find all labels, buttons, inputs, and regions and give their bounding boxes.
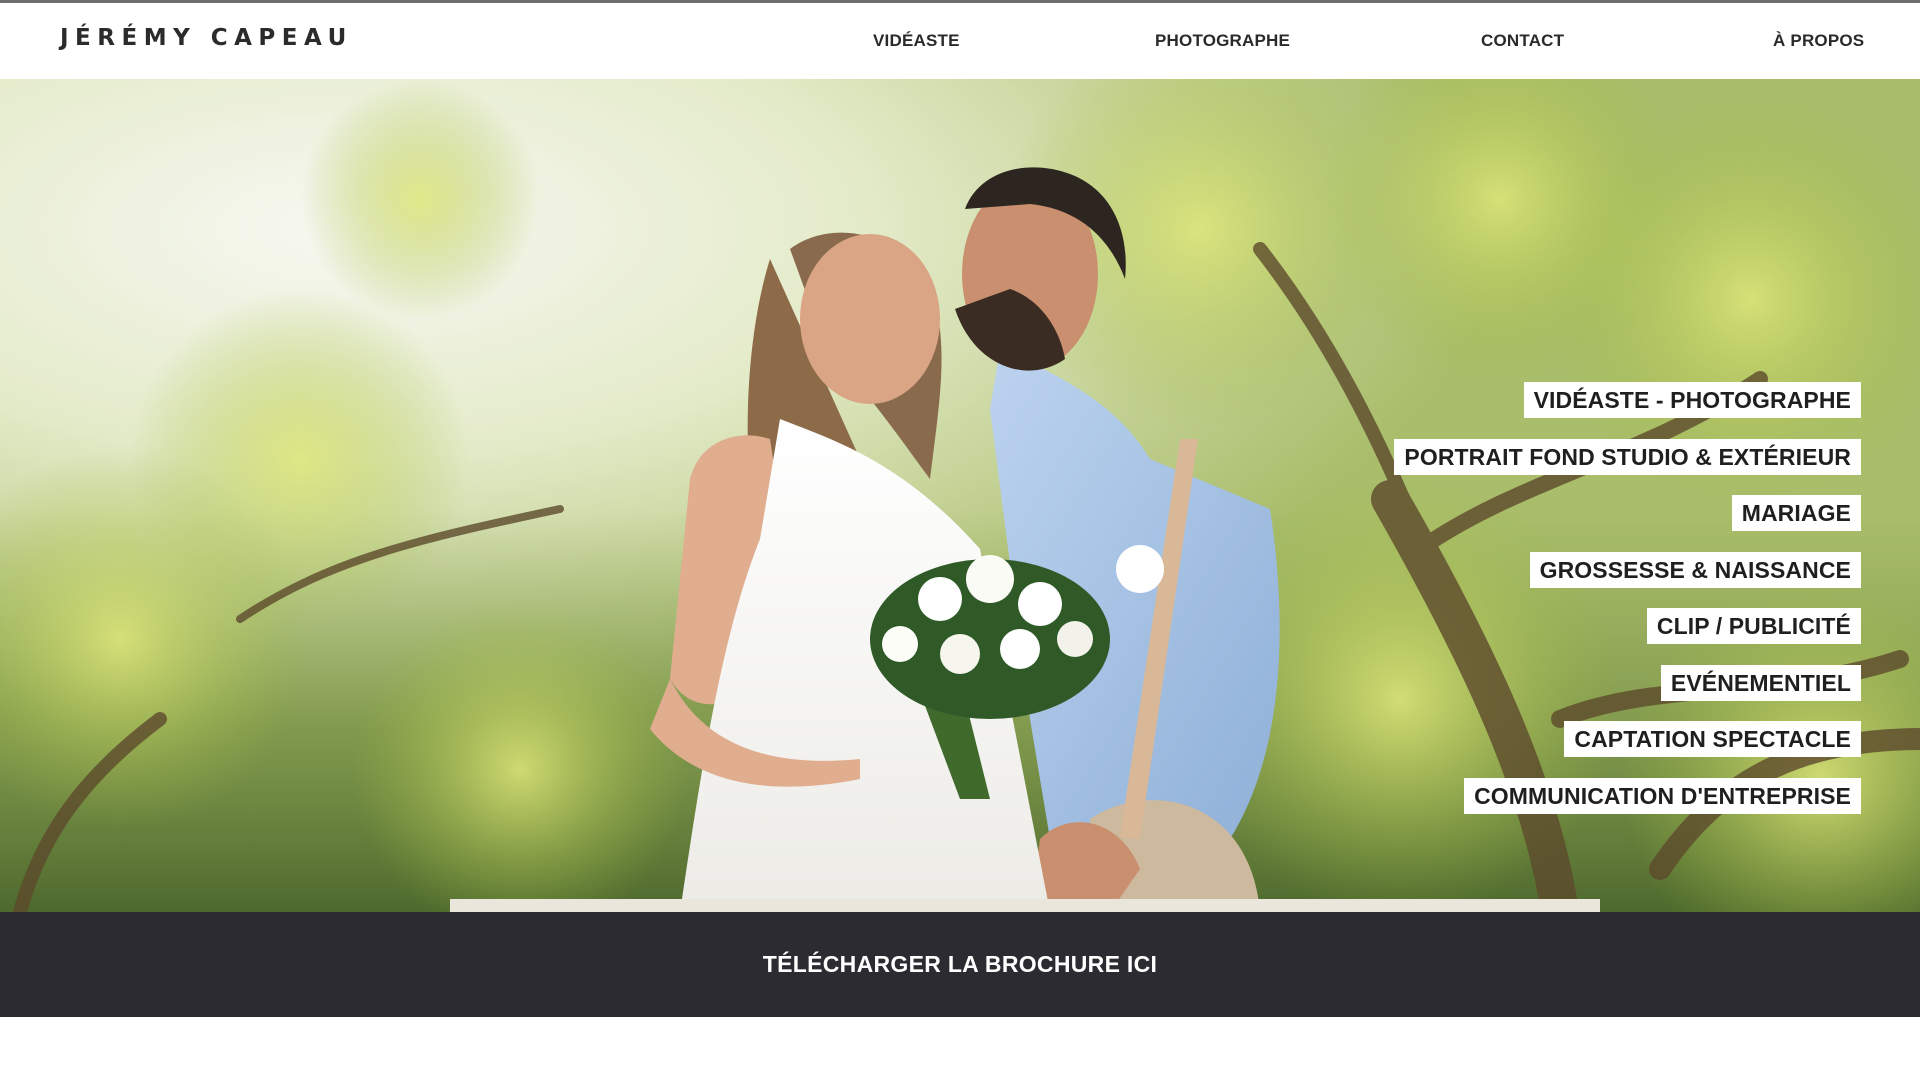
brochure-banner: TÉLÉCHARGER LA BROCHURE ICI	[0, 912, 1920, 1017]
service-tag-captation-spectacle[interactable]: CAPTATION SPECTACLE	[1564, 721, 1861, 757]
nav-item-contact[interactable]: CONTACT	[1481, 31, 1564, 51]
download-brochure-link[interactable]: TÉLÉCHARGER LA BROCHURE ICI	[763, 951, 1157, 978]
service-tag-mariage[interactable]: MARIAGE	[1731, 495, 1861, 531]
service-tag-clip-publicite[interactable]: CLIP / PUBLICITÉ	[1646, 608, 1861, 644]
nav-item-videaste[interactable]: VIDÉASTE	[873, 31, 960, 51]
service-tag-grossesse-naissance[interactable]: GROSSESSE & NAISSANCE	[1529, 551, 1861, 588]
site-logo[interactable]: JÉRÉMY CAPEAU	[60, 25, 353, 51]
nav-item-photographe[interactable]: PHOTOGRAPHE	[1155, 31, 1290, 51]
site-header: JÉRÉMY CAPEAU VIDÉASTE PHOTOGRAPHE CONTA…	[0, 3, 1920, 79]
service-tag-portrait[interactable]: PORTRAIT FOND STUDIO & EXTÉRIEUR	[1394, 438, 1861, 475]
service-tag-communication-entreprise[interactable]: COMMUNICATION D'ENTREPRISE	[1464, 777, 1861, 814]
hero-section: VIDÉASTE - PHOTOGRAPHE PORTRAIT FOND STU…	[0, 79, 1920, 912]
services-list: VIDÉASTE - PHOTOGRAPHE PORTRAIT FOND STU…	[1394, 382, 1861, 834]
service-tag-evenementiel[interactable]: EVÉNEMENTIEL	[1660, 664, 1861, 701]
service-tag-videaste-photographe[interactable]: VIDÉASTE - PHOTOGRAPHE	[1523, 382, 1861, 418]
nav-item-a-propos[interactable]: À PROPOS	[1773, 31, 1864, 51]
